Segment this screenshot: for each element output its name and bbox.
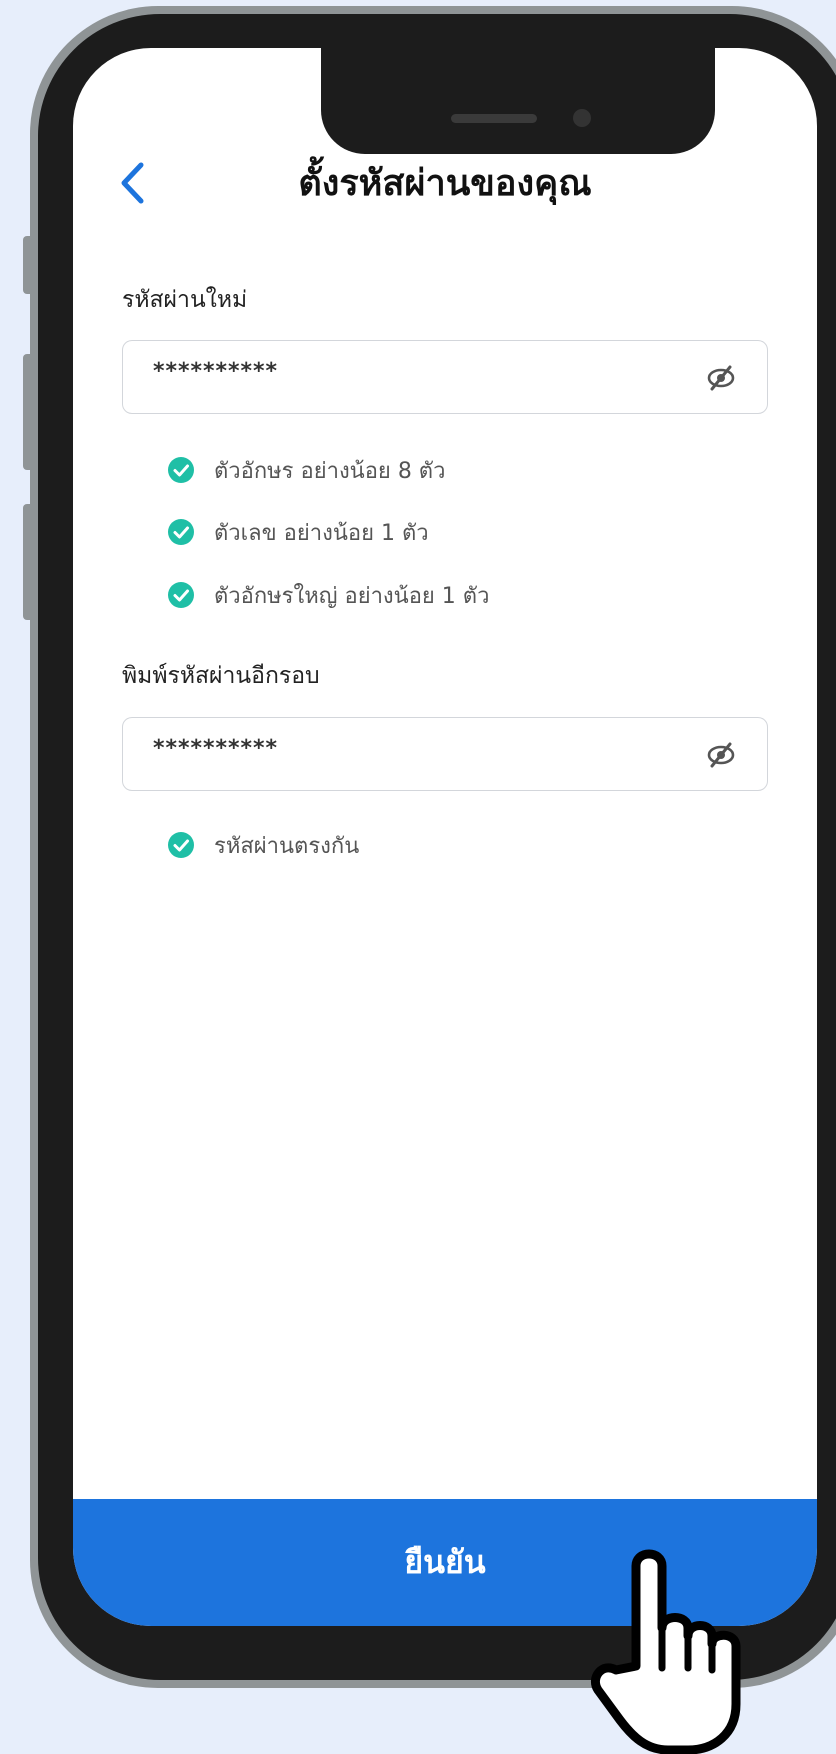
new-password-value: **********	[153, 359, 279, 384]
rule-min-uppercase: ตัวอักษรใหญ่ อย่างน้อย 1 ตัว	[168, 580, 489, 610]
rule-password-match: รหัสผ่านตรงกัน	[168, 830, 359, 860]
phone-mute-switch	[23, 236, 35, 294]
confirm-password-value: **********	[153, 736, 279, 761]
eye-off-icon[interactable]	[705, 739, 737, 771]
new-password-label: รหัสผ่านใหม่	[122, 287, 248, 313]
rule-text: รหัสผ่านตรงกัน	[214, 833, 360, 859]
phone-volume-up-button	[23, 354, 35, 470]
page-title: ตั้งรหัสผ่านของคุณ	[298, 163, 592, 204]
rule-text: ตัวอักษรใหญ่ อย่างน้อย 1 ตัว	[214, 583, 490, 609]
rule-text: ตัวอักษร อย่างน้อย 8 ตัว	[214, 458, 446, 484]
phone-speaker	[451, 114, 537, 123]
confirm-password-field[interactable]: **********	[122, 717, 768, 791]
phone-notch	[321, 48, 715, 154]
chevron-left-icon	[121, 162, 144, 204]
check-circle-icon	[168, 832, 194, 858]
confirm-password-label: พิมพ์รหัสผ่านอีกรอบ	[122, 663, 320, 689]
rule-text: ตัวเลข อย่างน้อย 1 ตัว	[214, 520, 429, 546]
phone-volume-down-button	[23, 504, 35, 620]
new-password-field[interactable]: **********	[122, 340, 768, 414]
pointing-hand-icon	[590, 1549, 741, 1754]
rule-min-digit: ตัวเลข อย่างน้อย 1 ตัว	[168, 517, 429, 547]
check-circle-icon	[168, 457, 194, 483]
phone-camera	[573, 109, 591, 127]
check-circle-icon	[168, 519, 194, 545]
eye-off-icon[interactable]	[705, 362, 737, 394]
check-circle-icon	[168, 582, 194, 608]
rule-min-length: ตัวอักษร อย่างน้อย 8 ตัว	[168, 455, 445, 485]
back-button[interactable]	[112, 158, 152, 208]
